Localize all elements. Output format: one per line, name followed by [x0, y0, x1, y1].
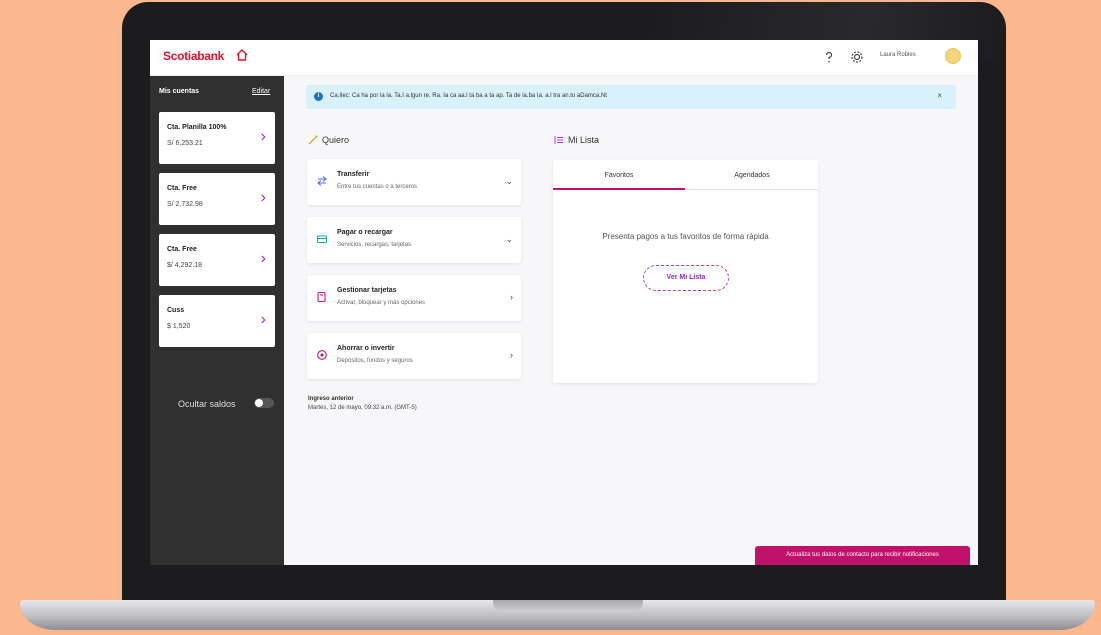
account-name: Cta. Free [167, 246, 197, 253]
option-title: Pagar o recargar [337, 229, 393, 236]
payment-icon [316, 235, 328, 244]
option-transfer[interactable]: Transferir Entre tus cuentas o a tercero… [307, 159, 521, 205]
option-description: Depósitos, fondos y seguros [337, 358, 413, 364]
account-balance: $ 1,520 [167, 323, 191, 330]
toggle-knob [255, 399, 263, 407]
banner-text: Ca.Ilec: Ca ha por la la. Ta.I a.lgun re… [330, 93, 607, 99]
info-banner: i Ca.Ilec: Ca ha por la la. Ta.I a.lgun … [306, 85, 956, 109]
wand-icon [308, 135, 318, 145]
accounts-sidebar: Mis cuentas Editar Cta. Planilla 100% S/… [150, 76, 284, 565]
top-bar: Scotiabank Laura Robles [150, 40, 978, 76]
chevron-right-icon: › [510, 292, 513, 302]
account-name: Cuss [167, 307, 185, 314]
options-heading-text: Quiero [322, 135, 350, 145]
chevron-down-icon: ⌄ [505, 234, 513, 244]
user-name[interactable]: Laura Robles [880, 52, 916, 58]
option-pay[interactable]: Pagar o recargar Servicios, recargas, ta… [307, 217, 521, 263]
account-balance: S/ 6,253.21 [167, 140, 203, 147]
sidebar-title: Mis cuentas [159, 88, 200, 95]
chevron-right-icon: › [260, 189, 266, 206]
option-title: Transferir [337, 171, 370, 178]
option-title: Ahorrar o invertir [337, 345, 395, 352]
option-description: Entre tus cuentas o a terceros [337, 184, 418, 190]
update-contact-cta[interactable]: Actualiza tus datos de contacto para rec… [755, 546, 970, 565]
chevron-right-icon: › [260, 311, 266, 328]
close-icon[interactable]: × [937, 91, 942, 100]
option-save[interactable]: Ahorrar o invertir Depósitos, fondos y s… [307, 333, 521, 379]
edit-accounts-link[interactable]: Editar [252, 88, 270, 95]
options-heading: Quiero [308, 135, 349, 145]
option-title: Gestionar tarjetas [337, 287, 397, 294]
settings-icon[interactable] [850, 50, 864, 64]
card-icon [317, 291, 326, 303]
account-card[interactable]: Cta. Free $/ 4,292.18 › [159, 234, 275, 286]
my-list-heading: Mi Lista [554, 135, 599, 145]
laptop-notch [493, 600, 643, 612]
chevron-down-icon: ⌄ [505, 176, 513, 186]
tab-scheduled[interactable]: Agendados [686, 160, 818, 190]
savings-icon [317, 350, 327, 360]
tab-favorites[interactable]: Favoritos [553, 160, 685, 190]
option-cards[interactable]: Gestionar tarjetas Activar, bloquear y m… [307, 275, 521, 321]
chevron-right-icon: › [260, 250, 266, 267]
transfer-icon [317, 176, 327, 186]
help-icon[interactable] [822, 50, 836, 64]
hide-balances-toggle[interactable] [254, 398, 274, 408]
my-list-card: Favoritos Agendados Presenta pagos a tus… [553, 160, 818, 383]
chevron-right-icon: › [510, 350, 513, 360]
app-screen: Scotiabank Laura Robles Mis cuentas Edit… [150, 40, 978, 565]
account-card[interactable]: Cta. Free S/ 2,732.98 › [159, 173, 275, 225]
hide-balances-label: Ocultar saldos [178, 399, 236, 409]
option-description: Servicios, recargas, tarjetas [337, 242, 412, 248]
account-card[interactable]: Cuss $ 1,520 › [159, 295, 275, 347]
account-card[interactable]: Cta. Planilla 100% S/ 6,253.21 › [159, 112, 275, 164]
option-description: Activar, bloquear y más opciones [337, 300, 426, 306]
home-icon[interactable] [235, 48, 249, 62]
my-list-heading-text: Mi Lista [568, 135, 600, 145]
last-access-label: Ingreso anterior [308, 396, 354, 402]
list-icon [554, 136, 563, 144]
brand-logo[interactable]: Scotiabank [163, 49, 224, 63]
account-balance: $/ 4,292.18 [167, 262, 203, 269]
account-name: Cta. Free [167, 185, 197, 192]
empty-list-text: Presenta pagos a tus favoritos de forma … [602, 232, 769, 241]
chevron-right-icon: › [260, 128, 266, 145]
last-access-detail: Martes, 12 de mayo, 09:32 a.m. (GMT-5) [308, 405, 417, 411]
last-access-info: Ingreso anterior Martes, 12 de mayo, 09:… [308, 395, 417, 413]
account-name: Cta. Planilla 100% [167, 124, 227, 131]
account-balance: S/ 2,732.98 [167, 201, 203, 208]
info-icon: i [314, 92, 323, 101]
user-avatar[interactable] [945, 48, 961, 64]
view-list-button[interactable]: Ver Mi Lista [643, 265, 729, 291]
